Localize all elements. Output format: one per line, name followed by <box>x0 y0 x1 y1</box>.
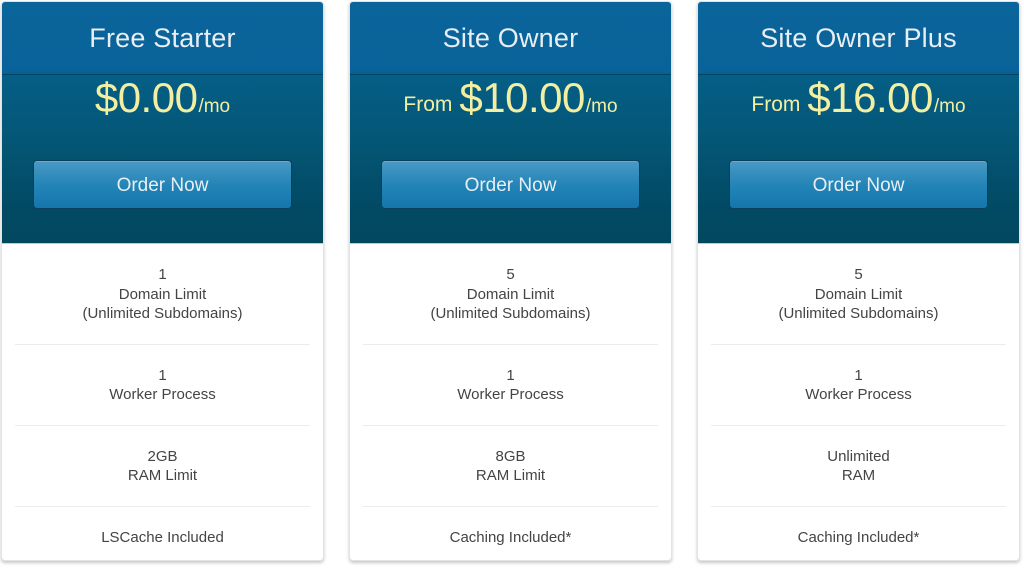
plan-card: Site Owner Plus From $16.00/mo Order Now 5 Do… <box>697 1 1020 561</box>
feature-line: LSCache Included <box>101 528 224 546</box>
feature-line: 1 <box>158 366 167 384</box>
order-button-container: Order Now <box>350 160 671 209</box>
pricing-table: Free Starter $0.00/mo Order Now 1 Domain Lim… <box>0 0 1024 569</box>
feature-row: 5 Domain Limit (Unlimited Subdomains) <box>363 244 658 345</box>
feature-line: Domain Limit <box>814 285 903 303</box>
order-now-button[interactable]: Order Now <box>33 160 292 209</box>
order-now-button[interactable]: Order Now <box>381 160 640 209</box>
feature-line: 5 <box>854 266 863 283</box>
feature-row: Caching Included* <box>363 507 658 561</box>
price-period: /mo <box>585 96 618 117</box>
plan-name: Site Owner <box>442 23 579 53</box>
feature-line: Domain Limit <box>118 285 207 303</box>
feature-row: 1 Worker Process <box>363 345 658 426</box>
feature-row: 1 Worker Process <box>711 345 1006 426</box>
feature-row: 2GB RAM Limit <box>15 426 310 507</box>
feature-line: 1 <box>158 266 167 283</box>
feature-line: 1 <box>506 366 515 384</box>
price-amount: $0.00 <box>94 74 198 121</box>
plan-header: Free Starter $0.00/mo Order Now <box>2 2 323 244</box>
feature-line: Domain Limit <box>466 285 555 303</box>
plan-header: Site Owner Plus From $16.00/mo Order Now <box>698 2 1019 244</box>
feature-line: RAM Limit <box>475 467 546 484</box>
feature-list: 1 Domain Limit (Unlimited Subdomains) 1 Work… <box>2 244 323 561</box>
price-period: /mo <box>198 96 231 117</box>
feature-line: (Unlimited Subdomains) <box>430 305 591 322</box>
feature-line: (Unlimited Subdomains) <box>82 305 243 322</box>
feature-line: Caching Included* <box>449 528 572 546</box>
plan-card: Free Starter $0.00/mo Order Now 1 Domain Lim… <box>1 1 324 561</box>
plan-header: Site Owner From $10.00/mo Order Now <box>350 2 671 244</box>
price-amount: $16.00 <box>807 74 933 121</box>
feature-row: 8GB RAM Limit <box>363 426 658 507</box>
plan-card: Site Owner From $10.00/mo Order Now 5 Domain … <box>349 1 672 561</box>
plan-price: $0.00/mo <box>2 74 323 160</box>
feature-line: 8GB <box>495 447 526 465</box>
order-now-button[interactable]: Order Now <box>729 160 988 209</box>
feature-line: RAM Limit <box>127 467 198 484</box>
feature-line: Worker Process <box>805 386 912 403</box>
feature-line: 1 <box>854 366 863 384</box>
feature-row: LSCache Included <box>15 507 310 561</box>
feature-line: Worker Process <box>457 386 564 403</box>
plan-name: Site Owner Plus <box>760 23 957 53</box>
feature-line: Unlimited <box>827 447 890 465</box>
plan-name: Free Starter <box>89 23 236 53</box>
feature-row: Caching Included* <box>711 507 1006 561</box>
price-prefix: From <box>751 93 801 116</box>
price-period: /mo <box>933 96 966 117</box>
feature-row: Unlimited RAM <box>711 426 1006 507</box>
feature-list: 5 Domain Limit (Unlimited Subdomains) 1 Work… <box>350 244 671 561</box>
plan-price: From $10.00/mo <box>350 74 671 160</box>
feature-line: RAM <box>841 467 876 484</box>
feature-line: Worker Process <box>109 386 216 403</box>
price-prefix: From <box>403 93 453 116</box>
feature-row: 5 Domain Limit (Unlimited Subdomains) <box>711 244 1006 345</box>
feature-list: 5 Domain Limit (Unlimited Subdomains) 1 Work… <box>698 244 1019 561</box>
feature-line: Caching Included* <box>797 528 920 546</box>
plan-price: From $16.00/mo <box>698 74 1019 160</box>
feature-row: 1 Domain Limit (Unlimited Subdomains) <box>15 244 310 345</box>
order-button-container: Order Now <box>698 160 1019 209</box>
feature-row: 1 Worker Process <box>15 345 310 426</box>
feature-line: 5 <box>506 266 515 283</box>
feature-line: 2GB <box>147 447 178 465</box>
feature-line: (Unlimited Subdomains) <box>778 305 939 322</box>
order-button-container: Order Now <box>2 160 323 209</box>
price-amount: $10.00 <box>459 74 585 121</box>
